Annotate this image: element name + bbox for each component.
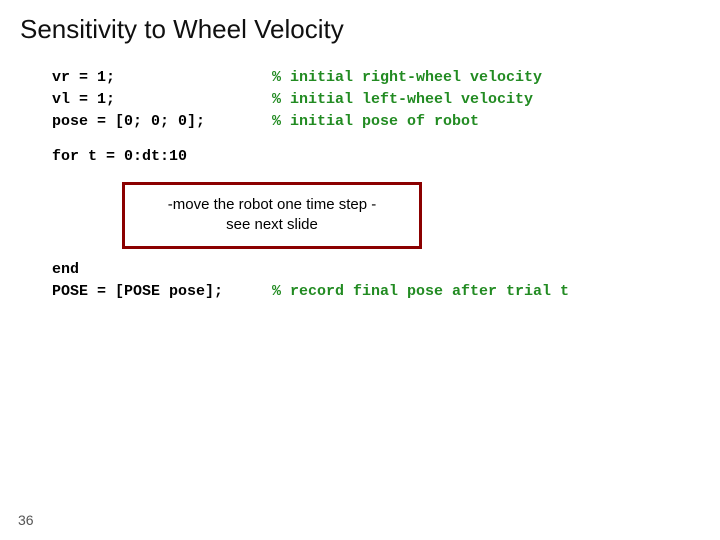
- code-comment: % initial pose of robot: [272, 111, 479, 133]
- code-text: end: [52, 259, 272, 281]
- callout-line: see next slide: [133, 215, 411, 235]
- code-line-vl: vl = 1; % initial left-wheel velocity: [52, 89, 700, 111]
- slide-title: Sensitivity to Wheel Velocity: [20, 14, 700, 45]
- code-text: vr = 1;: [52, 67, 272, 89]
- code-line-for: for t = 0:dt:10: [52, 146, 700, 168]
- code-line-end: end: [52, 259, 700, 281]
- spacer: [52, 132, 700, 146]
- callout-line: -move the robot one time step -: [133, 195, 411, 215]
- code-text: for t = 0:dt:10: [52, 146, 272, 168]
- code-comment: % initial right-wheel velocity: [272, 67, 542, 89]
- page-number: 36: [18, 512, 34, 528]
- code-line-record: POSE = [POSE pose]; % record final pose …: [52, 281, 700, 303]
- code-comment: % initial left-wheel velocity: [272, 89, 533, 111]
- callout-box: -move the robot one time step - see next…: [122, 182, 422, 249]
- code-line-pose: pose = [0; 0; 0]; % initial pose of robo…: [52, 111, 700, 133]
- code-text: vl = 1;: [52, 89, 272, 111]
- code-line-vr: vr = 1; % initial right-wheel velocity: [52, 67, 700, 89]
- callout-wrap: -move the robot one time step - see next…: [122, 182, 700, 249]
- slide: Sensitivity to Wheel Velocity vr = 1; % …: [0, 0, 720, 540]
- code-text: POSE = [POSE pose];: [52, 281, 272, 303]
- code-text: pose = [0; 0; 0];: [52, 111, 272, 133]
- code-comment: % record final pose after trial t: [272, 281, 569, 303]
- code-listing: vr = 1; % initial right-wheel velocity v…: [52, 67, 700, 303]
